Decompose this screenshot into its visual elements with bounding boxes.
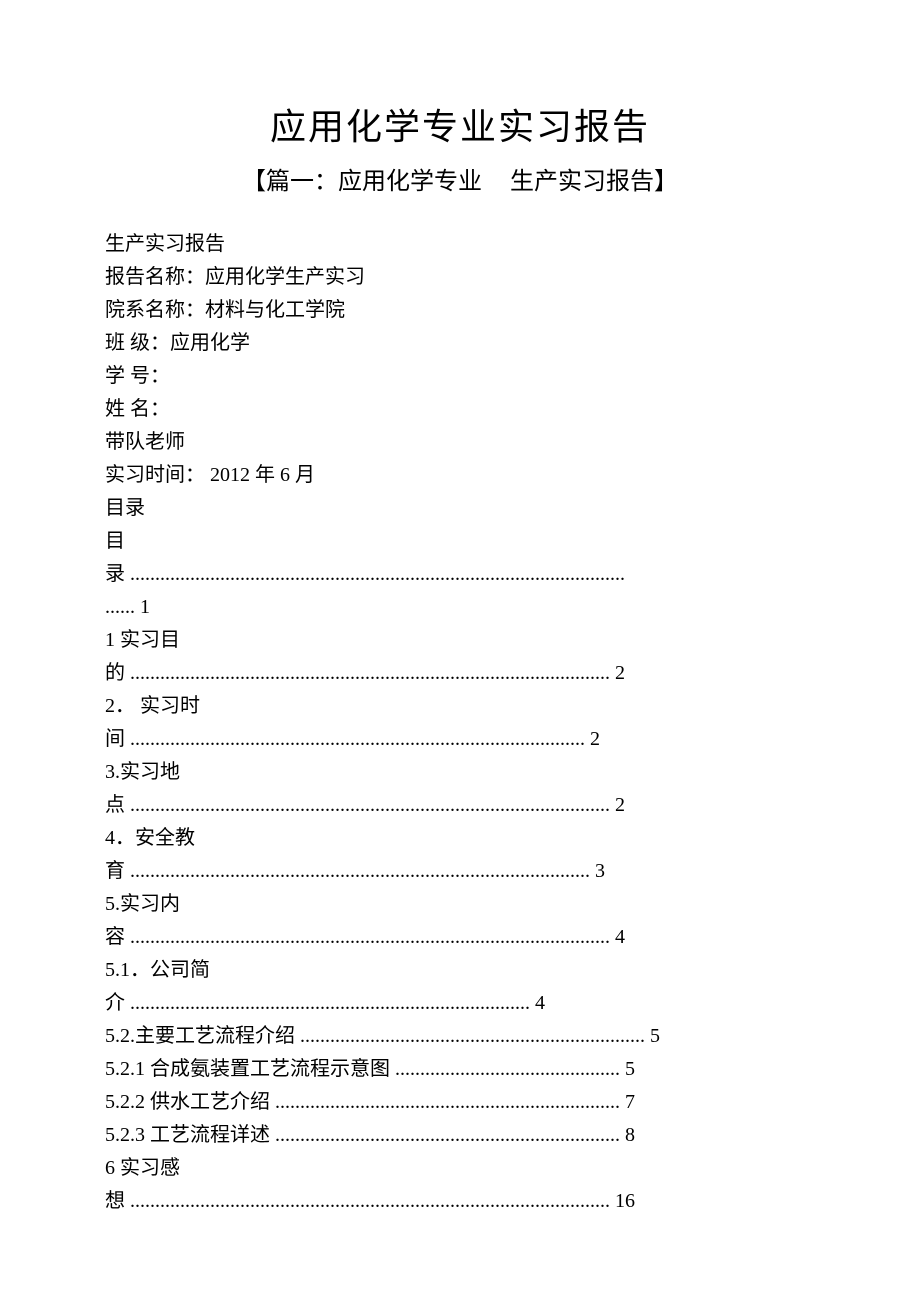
subtitle-right: 生产实习报告】	[510, 169, 678, 195]
toc-line: 目	[105, 526, 815, 557]
toc-line: 4．安全教	[105, 823, 815, 854]
toc-line: 想 ......................................…	[105, 1186, 815, 1217]
document-subtitle: 【篇一：应用化学专业 生产实习报告】	[105, 164, 815, 201]
toc-line: 5.2.1 合成氨装置工艺流程示意图 .....................…	[105, 1054, 815, 1085]
body-line: 姓 名：	[105, 394, 815, 425]
toc-line: 容 ......................................…	[105, 922, 815, 953]
toc-line: 6 实习感	[105, 1153, 815, 1184]
body-line: 学 号：	[105, 361, 815, 392]
toc-line: 2． 实习时	[105, 691, 815, 722]
toc-line: 5.实习内	[105, 889, 815, 920]
body-line: 实习时间： 2012 年 6 月	[105, 460, 815, 491]
toc-line: 1 实习目	[105, 625, 815, 656]
document-body: 生产实习报告 报告名称：应用化学生产实习 院系名称：材料与化工学院 班 级：应用…	[105, 229, 815, 1217]
subtitle-left: 【篇一：应用化学专业	[242, 169, 482, 195]
toc-line: 5.2.2 供水工艺介绍 ...........................…	[105, 1087, 815, 1118]
body-line: 院系名称：材料与化工学院	[105, 295, 815, 326]
toc-line: 点 ......................................…	[105, 790, 815, 821]
toc-line: 5.1．公司简	[105, 955, 815, 986]
toc-line: 的 ......................................…	[105, 658, 815, 689]
toc-line: 录 ......................................…	[105, 559, 815, 590]
body-line: 班 级：应用化学	[105, 328, 815, 359]
body-line: 带队老师	[105, 427, 815, 458]
toc-line: 介 ......................................…	[105, 988, 815, 1019]
toc-line: 3.实习地	[105, 757, 815, 788]
toc-line: 5.2.主要工艺流程介绍 ...........................…	[105, 1021, 815, 1052]
toc-line: 5.2.3 工艺流程详述 ...........................…	[105, 1120, 815, 1151]
body-line: 报告名称：应用化学生产实习	[105, 262, 815, 293]
document-title: 应用化学专业实习报告	[105, 100, 815, 156]
body-line: 生产实习报告	[105, 229, 815, 260]
body-line: 目录	[105, 493, 815, 524]
toc-line: 间 ......................................…	[105, 724, 815, 755]
toc-line: ...... 1	[105, 592, 815, 623]
toc-line: 育 ......................................…	[105, 856, 815, 887]
